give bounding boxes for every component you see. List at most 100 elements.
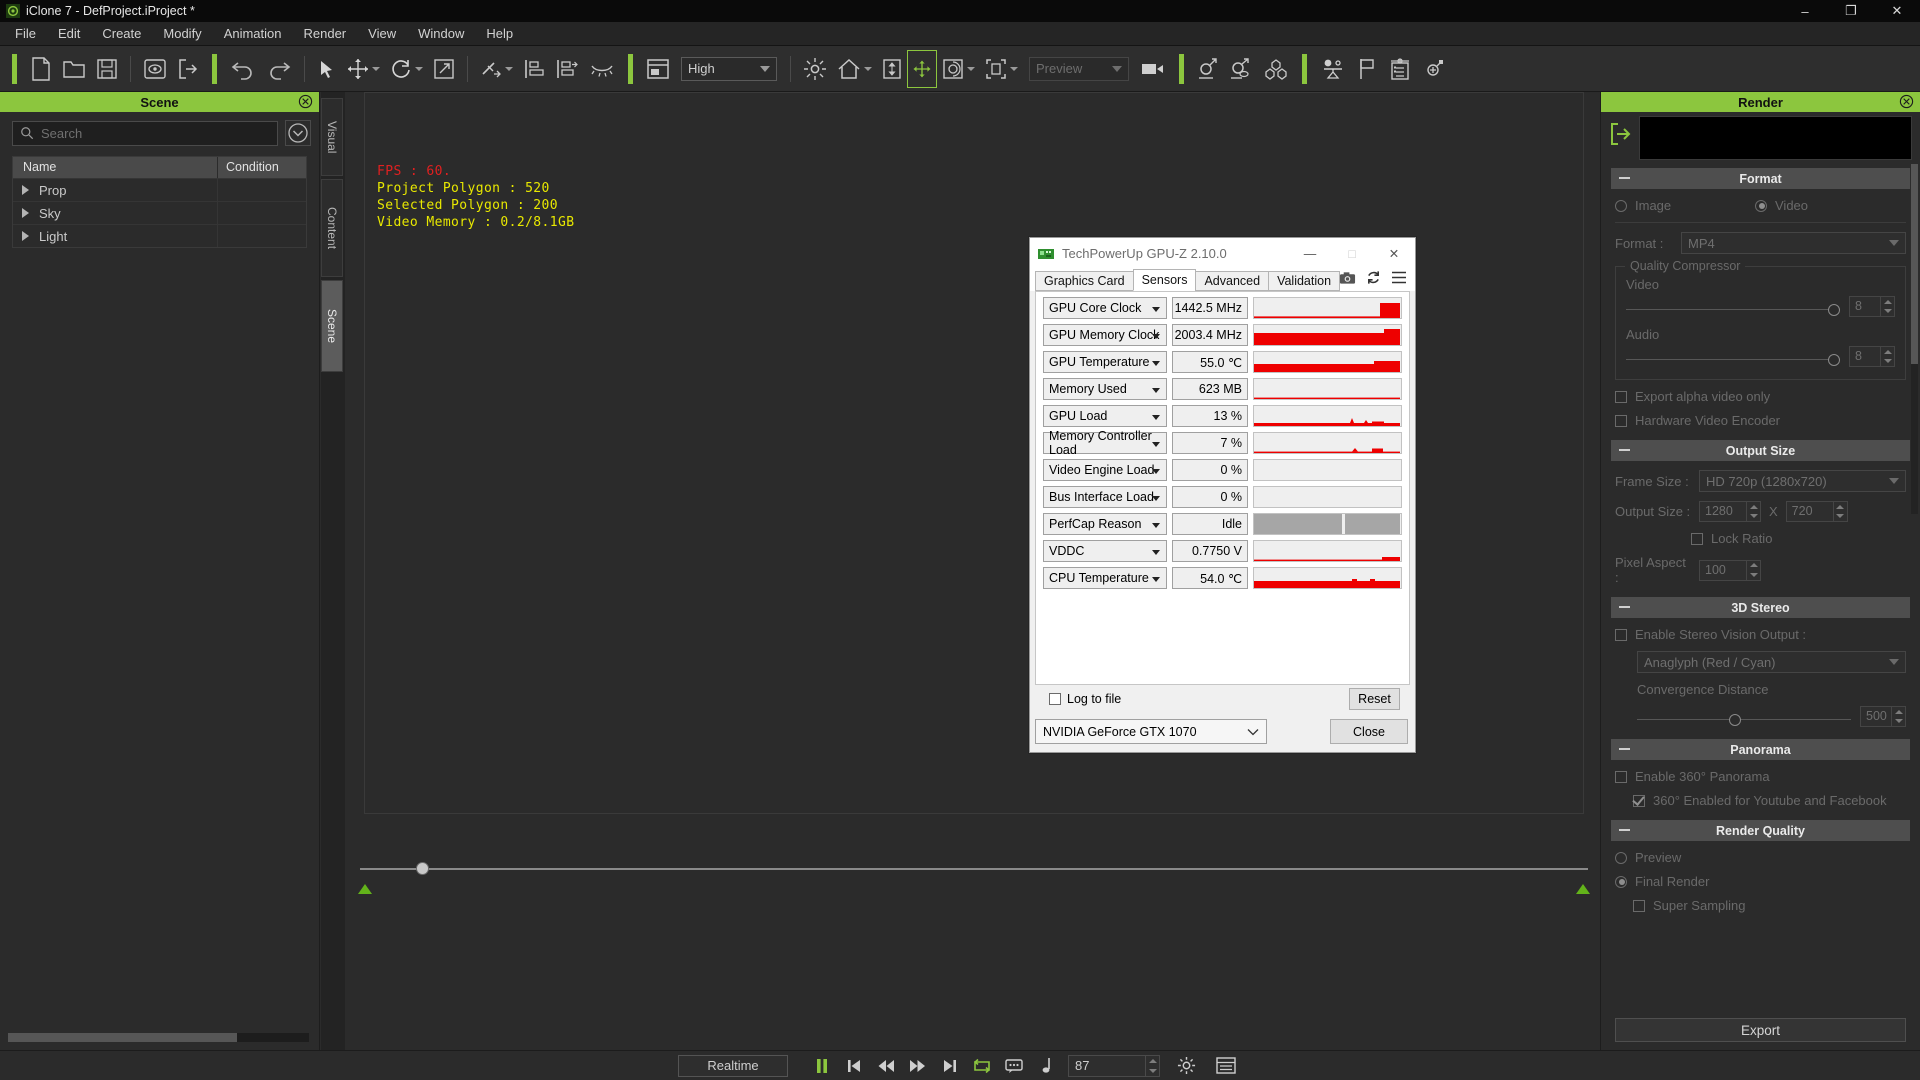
expand-triangle-icon[interactable] (22, 208, 29, 218)
align-tool-icon[interactable] (475, 50, 518, 88)
section-output-size[interactable]: Output Size (1611, 440, 1910, 461)
output-width-stepper[interactable]: 1280 (1699, 501, 1761, 522)
realtime-button[interactable]: Realtime (678, 1054, 788, 1077)
sensor-select[interactable]: GPU Core Clock (1043, 297, 1167, 319)
avatar-icon[interactable] (1192, 50, 1224, 88)
sensor-select[interactable]: Bus Interface Load (1043, 486, 1167, 508)
audio-quality-stepper[interactable]: 8 (1849, 346, 1895, 367)
stepper-down[interactable] (1834, 512, 1847, 522)
table-row[interactable]: Prop (13, 178, 306, 201)
tab-sensors[interactable]: Sensors (1132, 269, 1197, 291)
convergence-stepper[interactable]: 500 (1860, 706, 1906, 727)
new-project-icon[interactable] (25, 50, 57, 88)
rotate-tool-icon[interactable] (385, 50, 428, 88)
transform-gizmo-icon[interactable] (907, 49, 937, 88)
sensor-select[interactable]: GPU Memory Clock (1043, 324, 1167, 346)
checkbox-lock-ratio[interactable] (1691, 532, 1703, 545)
stepper-down[interactable] (1892, 717, 1905, 727)
search-input[interactable] (41, 125, 270, 141)
gpu-select[interactable]: NVIDIA GeForce GTX 1070 (1035, 719, 1267, 744)
sidebar-tab-content[interactable]: Content (321, 179, 343, 277)
tab-advanced[interactable]: Advanced (1195, 271, 1270, 291)
checkbox-enable-stereo[interactable] (1615, 628, 1627, 641)
maximize-button[interactable]: ❐ (1828, 0, 1874, 22)
export-arrow-icon[interactable] (1609, 122, 1633, 146)
align-tool-caret[interactable] (505, 66, 513, 71)
preview-select[interactable]: Preview (1029, 56, 1129, 81)
frame-object-caret[interactable] (1010, 66, 1018, 71)
sidebar-tab-scene[interactable]: Scene (321, 280, 343, 372)
note-bubble-icon[interactable] (998, 1053, 1030, 1079)
sensor-select[interactable]: GPU Load (1043, 405, 1167, 427)
expand-triangle-icon[interactable] (22, 185, 29, 195)
collapse-icon[interactable] (1619, 449, 1630, 451)
open-project-icon[interactable] (57, 50, 91, 88)
sensor-select[interactable]: Memory Controller Load (1043, 429, 1167, 457)
menu-render[interactable]: Render (293, 23, 358, 44)
flag-icon[interactable] (1351, 50, 1383, 88)
ground-icon[interactable] (877, 50, 907, 88)
sensor-select[interactable]: CPU Temperature (1043, 567, 1167, 589)
sidebar-tab-visual[interactable]: Visual (321, 98, 343, 176)
rewind-icon[interactable] (870, 1053, 902, 1079)
scrollbar-thumb[interactable] (1911, 164, 1918, 364)
stepper-down[interactable] (1747, 570, 1760, 580)
rotate-tool-caret[interactable] (415, 66, 423, 71)
physics-icon[interactable] (1315, 50, 1351, 88)
checkbox-super-sampling[interactable] (1633, 899, 1645, 912)
table-row[interactable]: Sky (13, 201, 306, 224)
stepper-up[interactable] (1834, 502, 1847, 512)
convergence-slider[interactable] (1637, 713, 1851, 727)
sensor-select[interactable]: GPU Temperature (1043, 351, 1167, 373)
tree-row-prop[interactable]: Prop (13, 179, 218, 201)
collapse-icon[interactable] (1619, 748, 1630, 750)
viewport-layout-icon[interactable] (641, 50, 675, 88)
video-quality-slider[interactable] (1626, 303, 1840, 317)
render-panel-scrollbar[interactable] (1911, 164, 1918, 514)
slider-handle[interactable] (1828, 353, 1840, 366)
undo-icon[interactable] (225, 50, 261, 88)
collapse-icon[interactable] (1619, 829, 1630, 831)
gpuz-close-button[interactable]: ✕ (1373, 238, 1415, 269)
gpuz-minimize-button[interactable]: — (1289, 238, 1331, 269)
stepper-down[interactable] (1146, 1066, 1159, 1076)
section-panorama[interactable]: Panorama (1611, 739, 1910, 760)
menu-view[interactable]: View (357, 23, 407, 44)
format-select[interactable]: MP4 (1681, 232, 1906, 254)
refresh-icon[interactable] (1366, 270, 1381, 285)
gpuz-dialog[interactable]: TechPowerUp GPU-Z 2.10.0 — □ ✕ Graphics … (1029, 237, 1416, 753)
radio-final-render[interactable] (1615, 875, 1627, 888)
music-note-icon[interactable] (1030, 1053, 1062, 1079)
checkbox-youtube-panorama[interactable] (1633, 794, 1645, 807)
scrubber-track[interactable] (360, 868, 1588, 870)
skip-start-icon[interactable] (838, 1053, 870, 1079)
camera-record-icon[interactable] (1135, 50, 1171, 88)
stereo-mode-select[interactable]: Anaglyph (Red / Cyan) (1637, 651, 1906, 673)
close-button[interactable]: ✕ (1874, 0, 1920, 22)
scene-horizontal-scrollbar[interactable] (8, 1033, 309, 1042)
loop-icon[interactable] (966, 1053, 998, 1079)
sensor-select[interactable]: Memory Used (1043, 378, 1167, 400)
range-marker-start[interactable] (358, 884, 372, 894)
tab-validation[interactable]: Validation (1268, 271, 1341, 291)
skip-end-icon[interactable] (934, 1053, 966, 1079)
collapse-icon[interactable] (1619, 606, 1630, 608)
stepper-up[interactable] (1747, 502, 1760, 512)
menu-create[interactable]: Create (91, 23, 152, 44)
pixel-aspect-stepper[interactable]: 100 (1699, 559, 1761, 581)
menu-file[interactable]: File (4, 23, 47, 44)
reset-button[interactable]: Reset (1349, 688, 1400, 710)
panel-close-icon[interactable] (1899, 94, 1914, 109)
minimize-button[interactable]: – (1782, 0, 1828, 22)
radio-preview-quality[interactable] (1615, 851, 1627, 864)
gear-icon[interactable] (1170, 1053, 1202, 1079)
gpuz-close-action-button[interactable]: Close (1330, 719, 1408, 744)
quality-select[interactable]: High (681, 56, 777, 81)
pause-icon[interactable] (806, 1053, 838, 1079)
timeline-icon[interactable] (1210, 1053, 1242, 1079)
frame-size-select[interactable]: HD 720p (1280x720) (1699, 470, 1906, 492)
stepper-up[interactable] (1146, 1056, 1159, 1066)
sensor-select[interactable]: PerfCap Reason (1043, 513, 1167, 535)
video-quality-stepper[interactable]: 8 (1849, 296, 1895, 317)
range-marker-end[interactable] (1576, 884, 1590, 894)
